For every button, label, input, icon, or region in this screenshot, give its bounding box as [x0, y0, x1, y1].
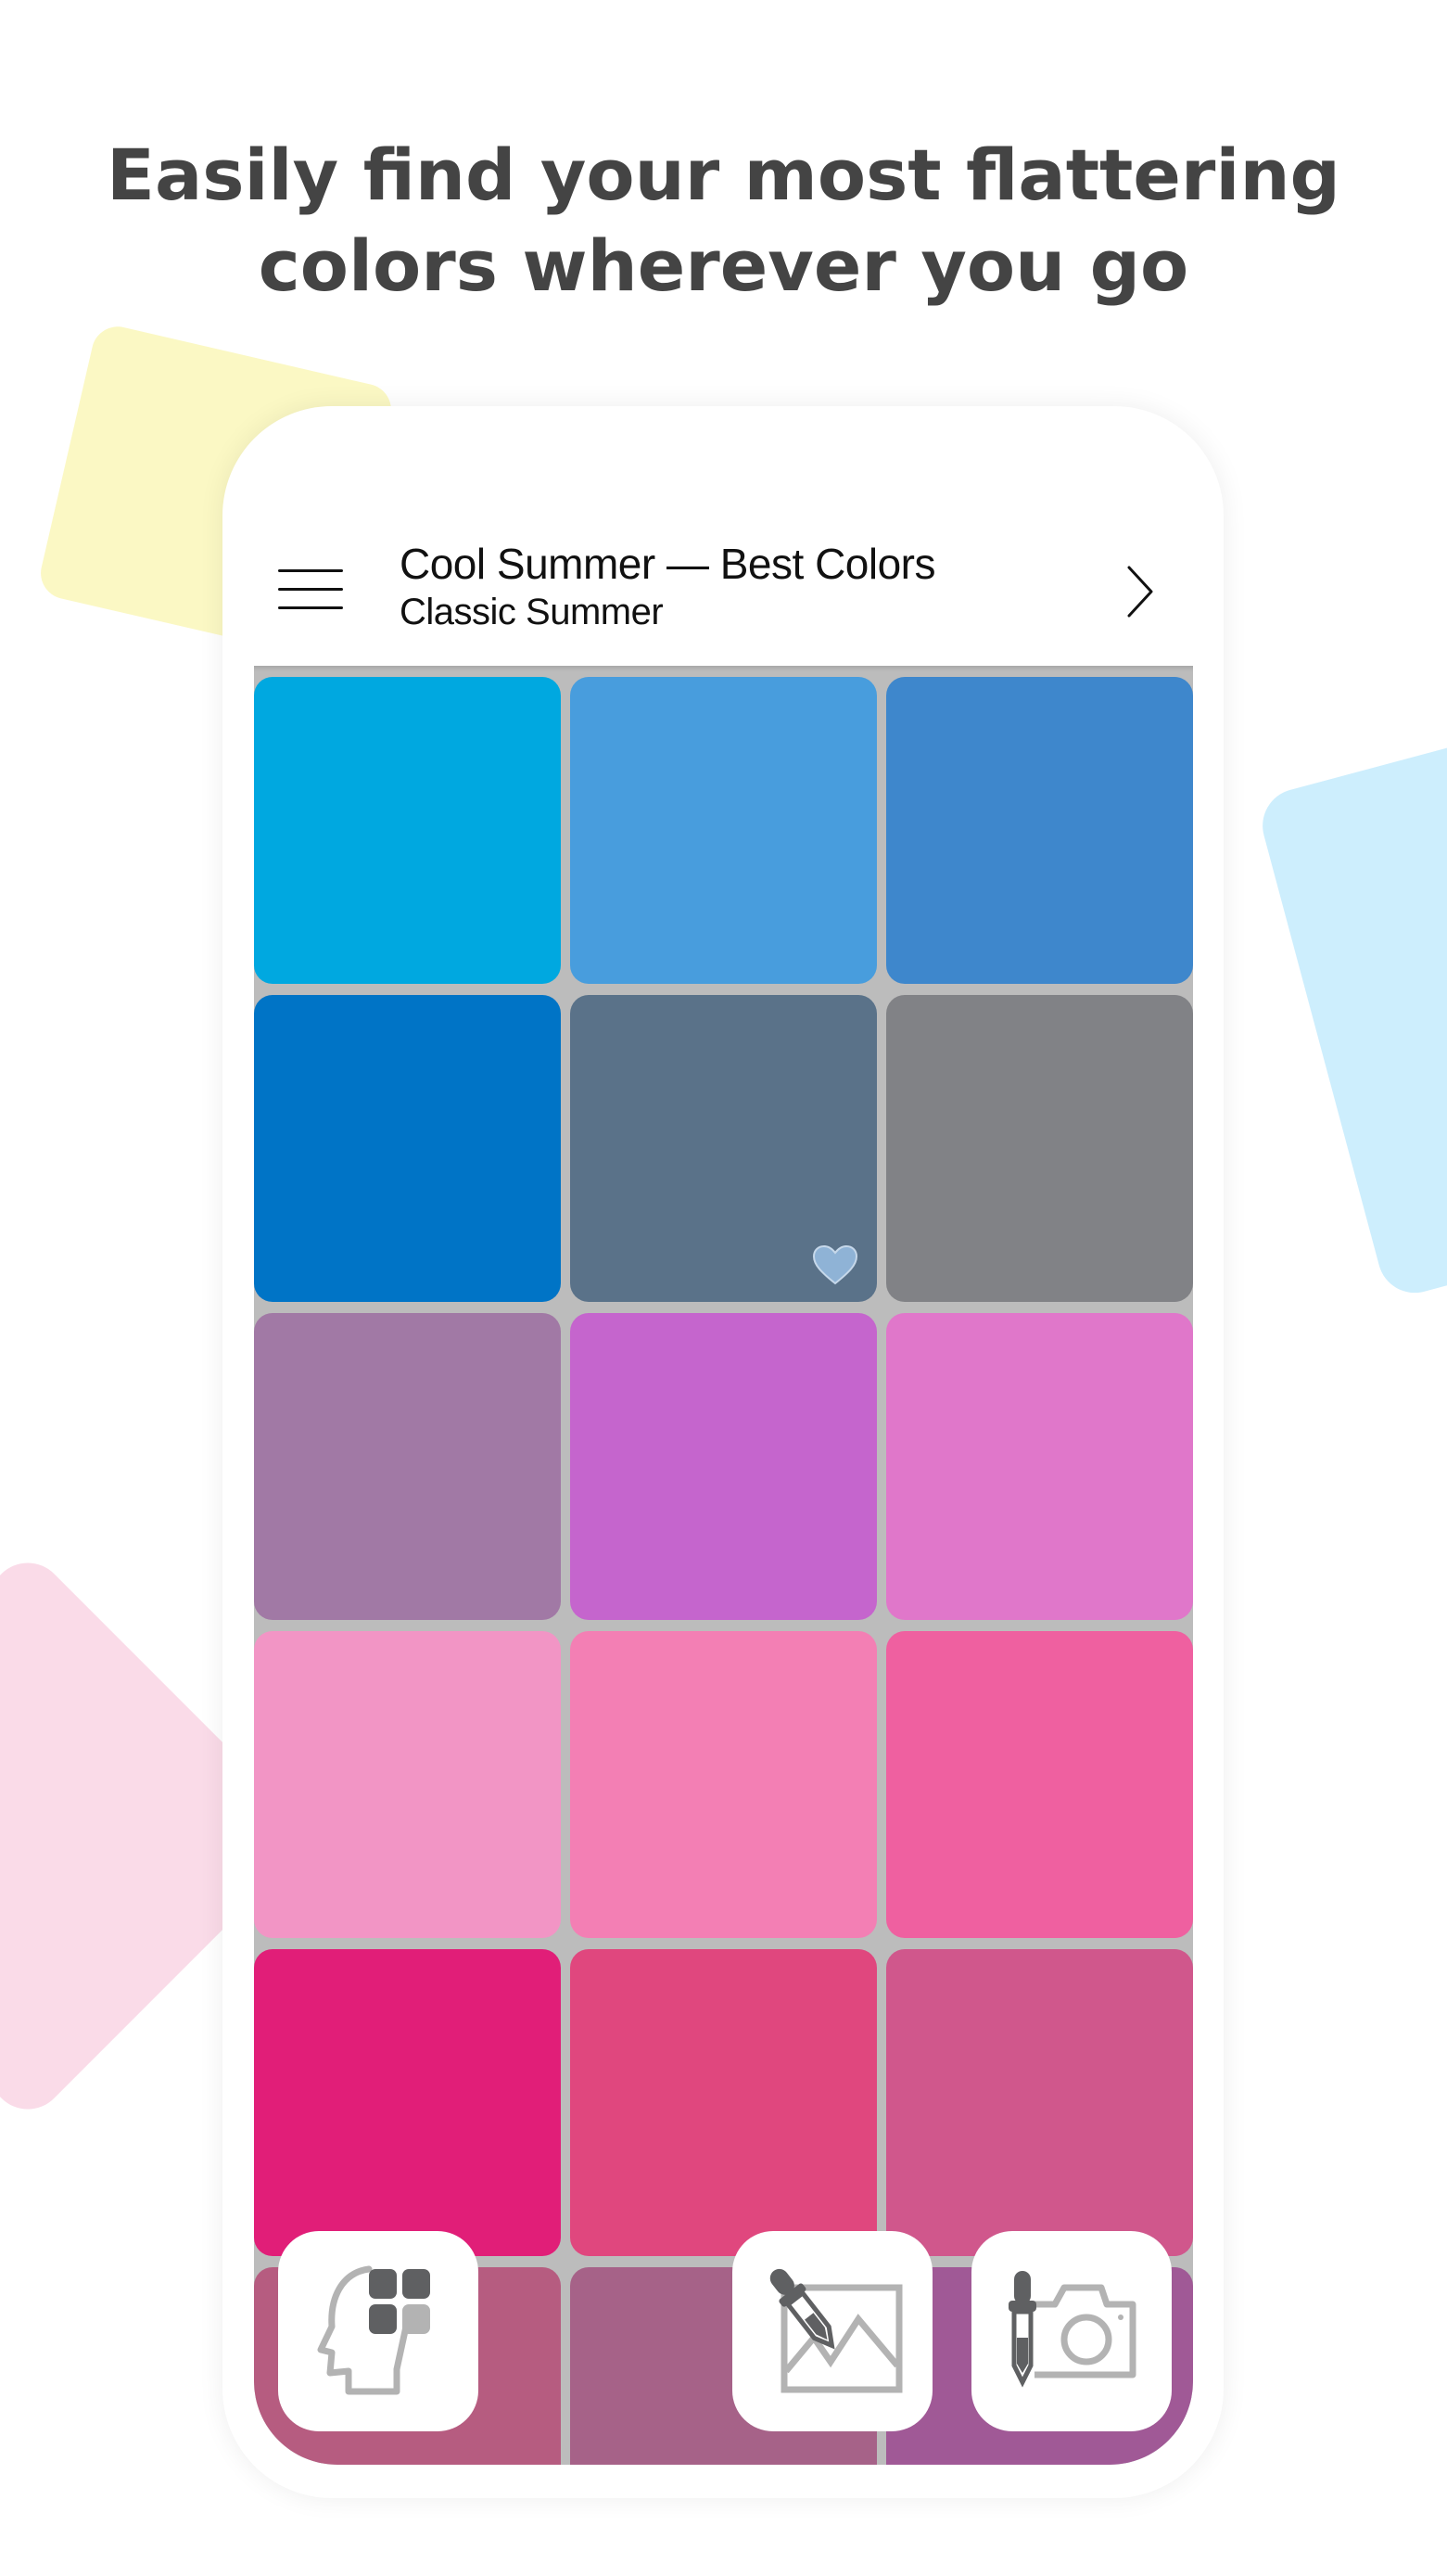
color-swatch[interactable] — [254, 677, 561, 984]
color-swatch[interactable] — [570, 677, 877, 984]
headline-line-1: Easily find your most flattering — [107, 134, 1340, 216]
color-swatch[interactable] — [254, 1631, 561, 1938]
app-header: Cool Summer — Best Colors Classic Summer — [222, 406, 1224, 668]
headline-line-2: colors wherever you go — [258, 224, 1189, 307]
hamburger-menu-icon[interactable] — [278, 564, 343, 612]
color-swatch[interactable] — [254, 1313, 561, 1620]
color-swatch[interactable] — [570, 1313, 877, 1620]
color-swatch[interactable] — [886, 1631, 1193, 1938]
palette-subtitle: Classic Summer — [400, 592, 664, 632]
phone-frame: Cool Summer — Best Colors Classic Summer — [222, 406, 1224, 2498]
pick-from-image-button[interactable] — [732, 2231, 933, 2431]
color-swatch[interactable] — [886, 677, 1193, 984]
color-swatch[interactable] — [886, 1313, 1193, 1620]
headline: Easily find your most flattering colors … — [0, 130, 1447, 312]
decorative-blue-card — [1254, 720, 1447, 1302]
color-swatch[interactable] — [886, 995, 1193, 1302]
color-swatch[interactable] — [570, 1949, 877, 2256]
palette-title: Cool Summer — Best Colors — [400, 540, 936, 588]
color-swatch-grid — [254, 666, 1193, 2465]
personal-palette-button[interactable] — [278, 2231, 478, 2431]
pick-from-camera-button[interactable] — [971, 2231, 1172, 2431]
color-swatch[interactable] — [570, 995, 877, 1302]
eyedropper-image-icon — [769, 2268, 903, 2393]
chevron-right-icon[interactable] — [1122, 562, 1159, 618]
color-swatch[interactable] — [570, 1631, 877, 1938]
color-swatch[interactable] — [886, 1949, 1193, 2256]
favorite-heart-icon[interactable] — [812, 1244, 858, 1285]
color-swatch[interactable] — [254, 995, 561, 1302]
eyedropper-camera-icon — [1009, 2271, 1136, 2388]
head-palette-icon — [317, 2265, 430, 2395]
color-swatch[interactable] — [254, 1949, 561, 2256]
